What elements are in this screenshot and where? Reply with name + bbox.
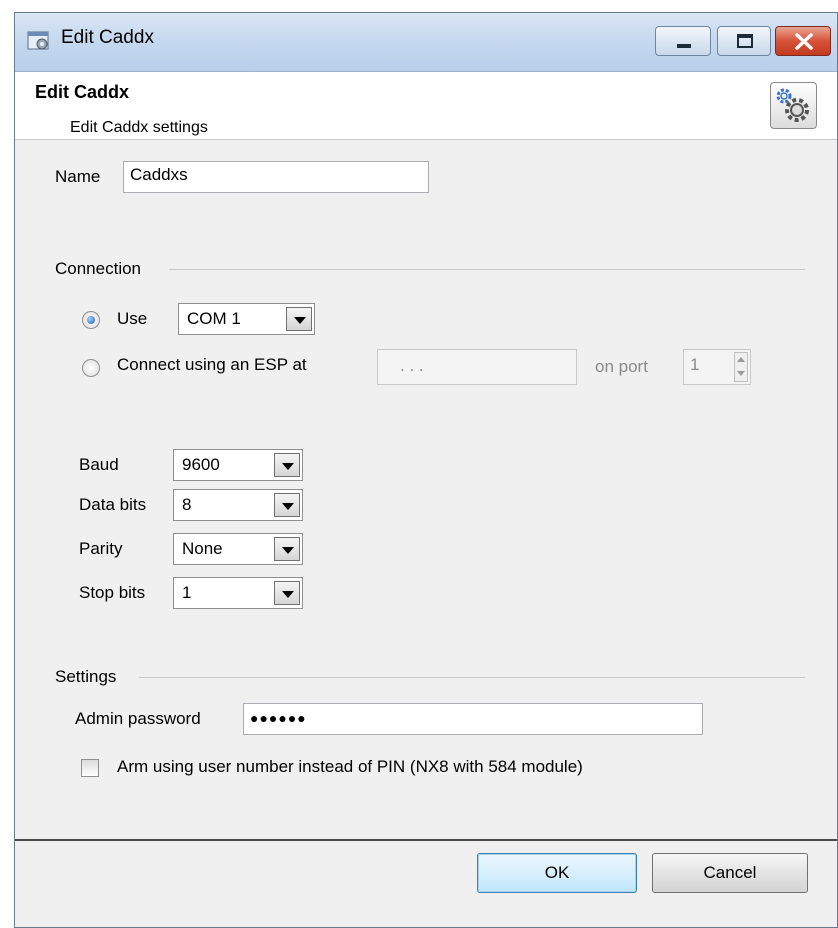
arm-user-number-label: Arm using user number instead of PIN (NX… [117,757,583,776]
connection-group-label: Connection [55,259,142,278]
use-com-radio[interactable] [82,311,100,329]
header-title: Edit Caddx [35,82,130,102]
chevron-down-icon[interactable] [274,453,300,477]
chevron-down-icon[interactable] [274,537,300,561]
close-button[interactable] [775,26,831,56]
edit-caddx-window: Edit Caddx Edit Caddx Edit Caddx setting… [14,12,838,928]
stop-bits-value: 1 [182,583,192,602]
com-port-select[interactable]: COM 1 [178,303,315,335]
window-title: Edit Caddx [61,27,154,48]
app-settings-icon [27,31,49,50]
parity-value: None [182,539,223,558]
cancel-button[interactable]: Cancel [652,853,808,893]
chevron-down-icon[interactable] [274,581,300,605]
spin-up-icon[interactable] [735,353,747,367]
minimize-icon [677,44,691,48]
title-bar[interactable]: Edit Caddx [15,13,837,72]
data-bits-label: Data bits [79,495,147,514]
connection-divider [169,269,805,270]
data-bits-select[interactable]: 8 [173,489,303,521]
maximize-icon [737,34,753,48]
use-label: Use [117,309,148,328]
settings-group-label: Settings [55,667,117,686]
spin-down-icon[interactable] [735,367,747,381]
stop-bits-label: Stop bits [79,583,146,602]
close-icon [795,33,813,50]
data-bits-value: 8 [182,495,192,514]
chevron-down-icon[interactable] [274,493,300,517]
baud-select[interactable]: 9600 [173,449,303,481]
stop-bits-select[interactable]: 1 [173,577,303,609]
admin-password-label: Admin password [75,709,201,728]
parity-label: Parity [79,539,123,558]
esp-label: Connect using an ESP at [117,355,307,374]
arm-user-number-checkbox[interactable] [81,759,99,777]
com-port-value: COM 1 [187,309,241,328]
on-port-label: on port [595,357,648,376]
settings-divider [139,677,805,678]
port-number-value: 1 [690,355,700,374]
admin-password-input[interactable]: ●●●●●● [243,703,703,735]
baud-value: 9600 [182,455,220,474]
footer-divider [15,839,837,841]
ok-button[interactable]: OK [477,853,637,893]
dialog-header: Edit Caddx Edit Caddx settings [15,72,837,140]
minimize-button[interactable] [655,26,711,56]
connect-esp-radio[interactable] [82,359,100,377]
chevron-down-icon[interactable] [286,307,312,331]
header-subtitle: Edit Caddx settings [70,119,208,136]
spinner-buttons[interactable] [734,352,748,382]
name-input[interactable]: Caddxs [123,161,429,193]
parity-select[interactable]: None [173,533,303,565]
port-number-spinner[interactable]: 1 [683,349,751,385]
maximize-button[interactable] [717,26,771,56]
esp-address-input[interactable]: . . . [377,349,577,385]
settings-gears-icon [770,82,817,129]
name-label: Name [55,167,101,186]
baud-label: Baud [79,455,119,474]
